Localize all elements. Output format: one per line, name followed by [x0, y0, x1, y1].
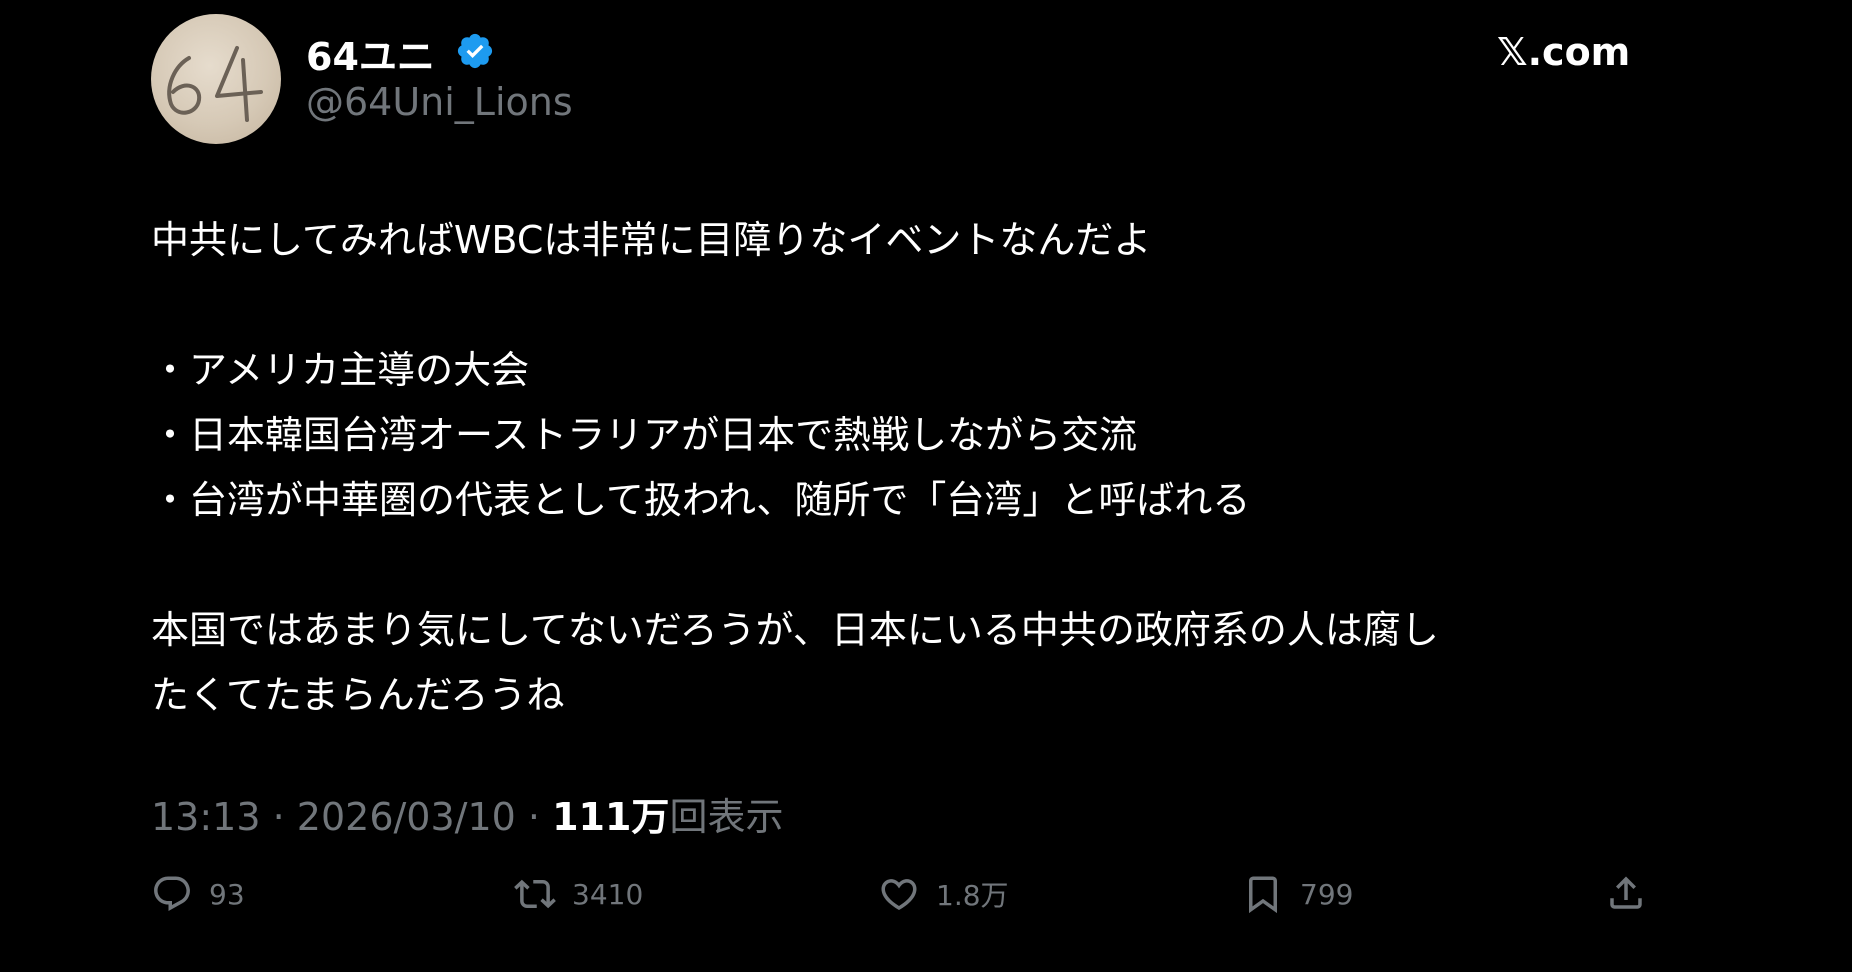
- user-handle[interactable]: @64Uni_Lions: [306, 80, 573, 124]
- post-line: たくてたまらんだろうね: [151, 673, 565, 717]
- post-date[interactable]: 2026/03/10: [297, 795, 516, 839]
- like-button[interactable]: 1.8万: [878, 870, 1009, 918]
- bookmark-count: 799: [1300, 877, 1354, 911]
- repost-button[interactable]: 3410: [514, 870, 643, 918]
- post-line: 本国ではあまり気にしてないだろうが、日本にいる中共の政府系の人は腐し: [151, 608, 1439, 652]
- views-count: 111万: [552, 795, 670, 839]
- share-icon[interactable]: [1605, 872, 1647, 914]
- separator: ·: [527, 795, 541, 839]
- post-metadata: 13:13 · 2026/03/10 · 111万回表示: [151, 786, 783, 841]
- separator: ·: [272, 795, 285, 839]
- reply-count: 93: [209, 877, 245, 911]
- post-time[interactable]: 13:13: [151, 795, 261, 839]
- bookmark-button[interactable]: 799: [1242, 870, 1353, 918]
- reply-icon: [154, 876, 190, 911]
- display-name[interactable]: 64ユニ: [306, 26, 435, 81]
- bookmark-icon: [1249, 876, 1277, 914]
- avatar-handwritten-image: [167, 46, 263, 122]
- avatar[interactable]: [151, 14, 281, 144]
- heart-icon: [881, 879, 917, 911]
- tweet-card: 64ユニ @64Uni_Lions 𝕏.com 中共にしてみればWBCは非常に目…: [0, 0, 1852, 972]
- post-line: ・日本韓国台湾オーストラリアが日本で熱戦しながら交流: [151, 413, 1138, 457]
- verified-badge-icon: [457, 33, 493, 69]
- post-line: 中共にしてみればWBCは非常に目障りなイベントなんだよ: [151, 218, 1152, 262]
- like-count: 1.8万: [936, 879, 1009, 912]
- repost-icon: [514, 879, 556, 909]
- views-label: 回表示: [669, 795, 784, 839]
- x-brand-logo: 𝕏.com: [1497, 30, 1631, 74]
- reply-button[interactable]: 93: [151, 870, 245, 918]
- post-line: ・台湾が中華圏の代表として扱われ、随所で「台湾」と呼ばれる: [151, 478, 1251, 522]
- post-line: ・アメリカ主導の大会: [151, 348, 530, 392]
- repost-count: 3410: [572, 877, 644, 911]
